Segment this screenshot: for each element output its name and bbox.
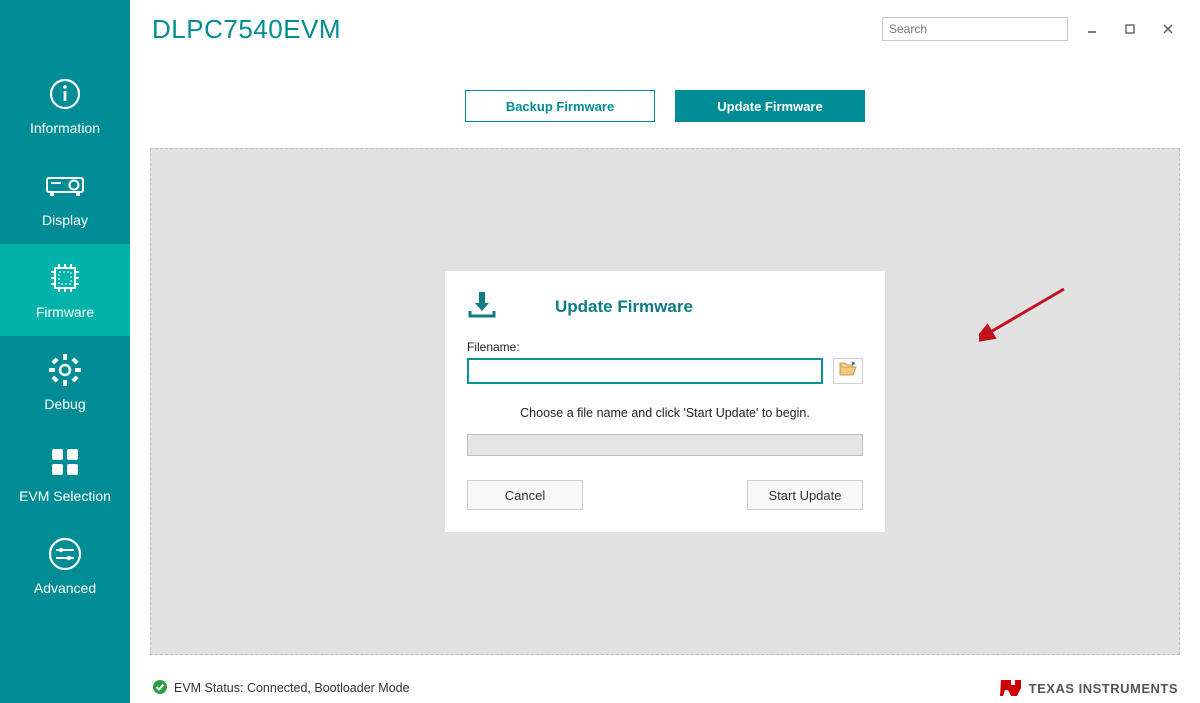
info-icon [45, 74, 85, 114]
tab-row: Backup Firmware Update Firmware [130, 58, 1200, 148]
statusbar: EVM Status: Connected, Bootloader Mode T… [130, 673, 1200, 703]
instruction-text: Choose a file name and click 'Start Upda… [467, 406, 863, 420]
sidebar-item-firmware[interactable]: Firmware [0, 244, 130, 336]
ti-mark-icon [999, 678, 1023, 698]
folder-open-icon [839, 361, 857, 382]
annotation-arrow [979, 284, 1069, 344]
sidebar-item-label: Display [42, 212, 88, 228]
file-row [467, 358, 863, 384]
main: DLPC7540EVM Backup Firmware Update Firmw… [130, 0, 1200, 703]
tab-backup-firmware[interactable]: Backup Firmware [465, 90, 655, 122]
download-icon [467, 289, 497, 324]
gear-icon [45, 350, 85, 390]
filename-label: Filename: [467, 340, 863, 354]
tab-update-firmware[interactable]: Update Firmware [675, 90, 865, 122]
button-label: Start Update [769, 488, 842, 503]
status-ok-icon [152, 679, 168, 698]
close-button[interactable] [1154, 17, 1182, 41]
status-text: EVM Status: Connected, Bootloader Mode [174, 681, 410, 695]
app-title: DLPC7540EVM [152, 14, 341, 45]
tab-label: Update Firmware [717, 99, 822, 114]
sidebar-item-label: Advanced [34, 580, 96, 596]
tab-label: Backup Firmware [506, 99, 614, 114]
cancel-button[interactable]: Cancel [467, 480, 583, 510]
topbar: DLPC7540EVM [130, 0, 1200, 58]
sidebar-item-information[interactable]: Information [0, 60, 130, 152]
ti-logo: TEXAS INSTRUMENTS [999, 678, 1178, 698]
sidebar-item-label: Debug [44, 396, 85, 412]
card-header: Update Firmware [467, 289, 863, 324]
filename-field[interactable] [467, 358, 823, 384]
sidebar-item-label: Firmware [36, 304, 94, 320]
grid-icon [45, 442, 85, 482]
sidebar-item-debug[interactable]: Debug [0, 336, 130, 428]
sidebar-item-evm-selection[interactable]: EVM Selection [0, 428, 130, 520]
brand-text: TEXAS INSTRUMENTS [1029, 681, 1178, 696]
sidebar-item-display[interactable]: Display [0, 152, 130, 244]
sidebar: Information Display Firmware Debug EVM S [0, 0, 130, 703]
maximize-button[interactable] [1116, 17, 1144, 41]
button-label: Cancel [505, 488, 545, 503]
browse-button[interactable] [833, 358, 863, 384]
minimize-button[interactable] [1078, 17, 1106, 41]
start-update-button[interactable]: Start Update [747, 480, 863, 510]
update-firmware-card: Update Firmware Filename: [445, 271, 885, 532]
app-root: Information Display Firmware Debug EVM S [0, 0, 1200, 703]
content-area: Update Firmware Filename: [150, 148, 1180, 655]
sliders-icon [45, 534, 85, 574]
dialog-button-row: Cancel Start Update [467, 480, 863, 510]
card-title: Update Firmware [555, 297, 693, 317]
chip-icon [45, 258, 85, 298]
search-input[interactable] [882, 17, 1068, 41]
sidebar-item-advanced[interactable]: Advanced [0, 520, 130, 612]
sidebar-item-label: EVM Selection [19, 488, 111, 504]
sidebar-item-label: Information [30, 120, 100, 136]
projector-icon [45, 166, 85, 206]
progress-bar [467, 434, 863, 456]
